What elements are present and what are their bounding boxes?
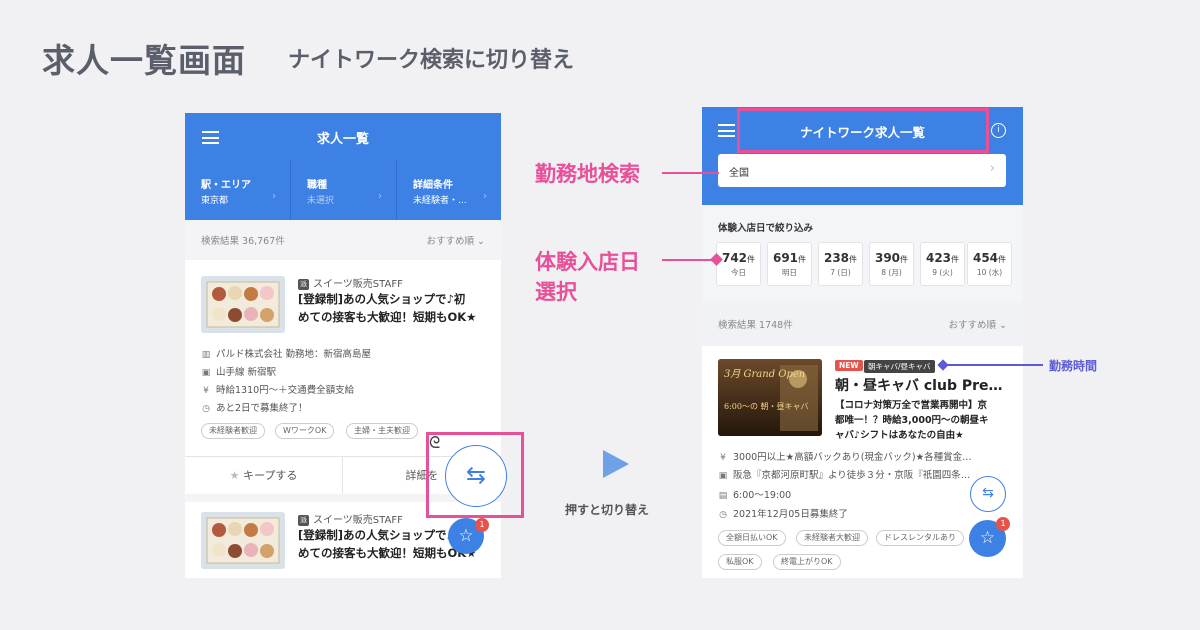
annotation-line bbox=[943, 364, 1043, 366]
train-icon: ▣ bbox=[718, 471, 728, 481]
favorites-count-badge: 1 bbox=[996, 517, 1010, 531]
chevron-right-icon: › bbox=[378, 191, 382, 202]
work-hours-tag: 朝キャバ/昼キャバ bbox=[864, 360, 935, 373]
date-option-8[interactable]: 390件 8 (月) bbox=[869, 242, 914, 286]
shop-name[interactable]: 朝・昼キャバ club Pre… bbox=[835, 375, 1003, 395]
job-tag: 未経験者大歓迎 bbox=[796, 530, 868, 546]
favorites-count-badge: 1 bbox=[475, 518, 489, 532]
date-option-9[interactable]: 423件 9 (火) bbox=[920, 242, 965, 286]
job-category: 派スイーツ販売STAFF bbox=[298, 278, 403, 290]
shop-wage: ¥3000円以上★高額バックあり(現金バック)★各種賞金… bbox=[718, 449, 972, 463]
job-tag: 私服OK bbox=[718, 554, 762, 570]
shop-hours: ▤ 6:00〜19:00 bbox=[718, 490, 792, 501]
annotation-area-search: 勤務地検索 bbox=[535, 162, 640, 186]
page-title: 求人一覧画面 bbox=[42, 41, 246, 80]
job-tag: 全額日払いOK bbox=[718, 530, 786, 546]
tap-cursor-icon: ᘓ bbox=[429, 433, 441, 452]
filter-job-type[interactable]: 職種 未選択 › bbox=[291, 160, 396, 220]
result-bar: 検索結果 36,767件 おすすめ順 ⌄ bbox=[185, 220, 501, 260]
job-tag: 未経験者歓迎 bbox=[201, 423, 265, 439]
star-outline-icon: ☆ bbox=[458, 526, 474, 546]
date-option-today[interactable]: 742件 今日 bbox=[716, 242, 761, 286]
job-company: ▥ パルド株式会社 勤務地：新宿高島屋 bbox=[201, 349, 372, 360]
svg-text:6:00〜の 朝・昼キャバ: 6:00〜の 朝・昼キャバ bbox=[724, 402, 809, 411]
play-arrow-icon bbox=[603, 450, 629, 478]
right-phone-screen: ナイトワーク求人一覧 i 全国 › 体験入店日で絞り込み 742件 今日 691件… bbox=[702, 107, 1023, 578]
job-thumbnail[interactable] bbox=[201, 276, 285, 333]
area-search-field[interactable]: 全国 › bbox=[718, 154, 1006, 187]
annotation-line bbox=[662, 259, 716, 261]
yen-icon: ¥ bbox=[720, 453, 726, 463]
chevron-down-icon: ⌄ bbox=[999, 320, 1007, 331]
swap-arrows-icon: ⇆ bbox=[465, 461, 487, 489]
switch-mode-button[interactable]: ⇆ bbox=[445, 445, 507, 507]
building-icon: ▥ bbox=[201, 350, 211, 360]
annotation-line bbox=[662, 172, 719, 174]
filter-area[interactable]: 駅・エリア 東京都 › bbox=[185, 160, 290, 220]
clock-icon: ◷ bbox=[719, 510, 727, 520]
chevron-right-icon: › bbox=[483, 191, 487, 202]
job-tag: ドレスレンタルあり bbox=[876, 530, 964, 546]
annotation-work-hours: 勤務時間 bbox=[1049, 359, 1098, 373]
job-wage: ¥ 時給1310円〜＋交通費全額支給 bbox=[201, 382, 354, 396]
job-tag: 終電上がりOK bbox=[773, 554, 841, 570]
right-header-title: ナイトワーク求人一覧 bbox=[799, 125, 925, 140]
svg-text:3月 Grand Open: 3月 Grand Open bbox=[724, 369, 805, 380]
calendar-icon: ▤ bbox=[718, 491, 728, 501]
result-count: 検索結果 1748件 bbox=[718, 320, 793, 331]
clock-icon: ◷ bbox=[202, 404, 210, 414]
yen-icon: ¥ bbox=[203, 386, 209, 396]
shop-deadline: ◷ 2021年12月05日募集終了 bbox=[719, 509, 848, 520]
page-subtitle: ナイトワーク検索に切り替え bbox=[288, 48, 575, 73]
keep-button[interactable]: ★ キープする bbox=[185, 456, 343, 494]
info-icon[interactable]: i bbox=[991, 123, 1006, 138]
annotation-trial-date: 体験入店日 選択 bbox=[535, 250, 640, 304]
switch-caption: 押すと切り替え bbox=[565, 503, 650, 517]
job-category: 派スイーツ販売STAFF bbox=[298, 514, 403, 526]
date-option-tomorrow[interactable]: 691件 明日 bbox=[767, 242, 812, 286]
star-outline-icon: ☆ bbox=[979, 528, 996, 548]
job-title[interactable]: [登録制]あの人気ショップで♪初 めての接客も大歓迎！短期もOK★ bbox=[298, 290, 494, 326]
result-bar: 検索結果 1748件 おすすめ順 ⌄ bbox=[702, 301, 1023, 346]
date-filter-label: 体験入店日で絞り込み bbox=[718, 223, 814, 234]
date-option-7[interactable]: 238件 7 (日) bbox=[818, 242, 863, 286]
shop-thumbnail[interactable]: 3月 Grand Open 6:00〜の 朝・昼キャバ bbox=[718, 359, 822, 436]
sort-select[interactable]: おすすめ順 ⌄ bbox=[948, 317, 1007, 331]
shop-access: ▣ 阪急『京都河原町駅』より徒歩３分・京阪『祇園四条… bbox=[718, 470, 971, 481]
job-tag: WワークOK bbox=[275, 423, 335, 439]
result-count: 検索結果 36,767件 bbox=[201, 236, 285, 247]
swap-arrows-icon: ⇆ bbox=[982, 485, 994, 501]
chevron-right-icon: › bbox=[272, 191, 276, 202]
filter-details[interactable]: 詳細条件 未経験者・... › bbox=[397, 160, 501, 220]
chevron-down-icon: ⌄ bbox=[477, 236, 485, 247]
job-tag: 主婦・主夫歓迎 bbox=[346, 423, 418, 439]
chevron-right-icon: › bbox=[989, 161, 995, 176]
shop-catchcopy: 【コロナ対策万全で営業再開中】京 都唯一！？時給3,000円〜の朝昼キ ャバ♪シフト… bbox=[835, 400, 989, 441]
job-station: ▣ 山手線 新宿駅 bbox=[201, 367, 277, 378]
new-badge: NEW bbox=[835, 360, 863, 371]
sort-select[interactable]: おすすめ順 ⌄ bbox=[426, 233, 485, 247]
job-deadline: ◷ あと2日で募集終了！ bbox=[202, 403, 308, 414]
left-header-title: 求人一覧 bbox=[316, 132, 369, 147]
date-option-10[interactable]: 454件 10 (水) bbox=[967, 242, 1012, 286]
star-icon: ★ bbox=[229, 469, 240, 482]
switch-mode-button[interactable]: ⇆ bbox=[970, 476, 1006, 512]
train-icon: ▣ bbox=[201, 368, 211, 378]
job-thumbnail[interactable] bbox=[201, 512, 285, 569]
